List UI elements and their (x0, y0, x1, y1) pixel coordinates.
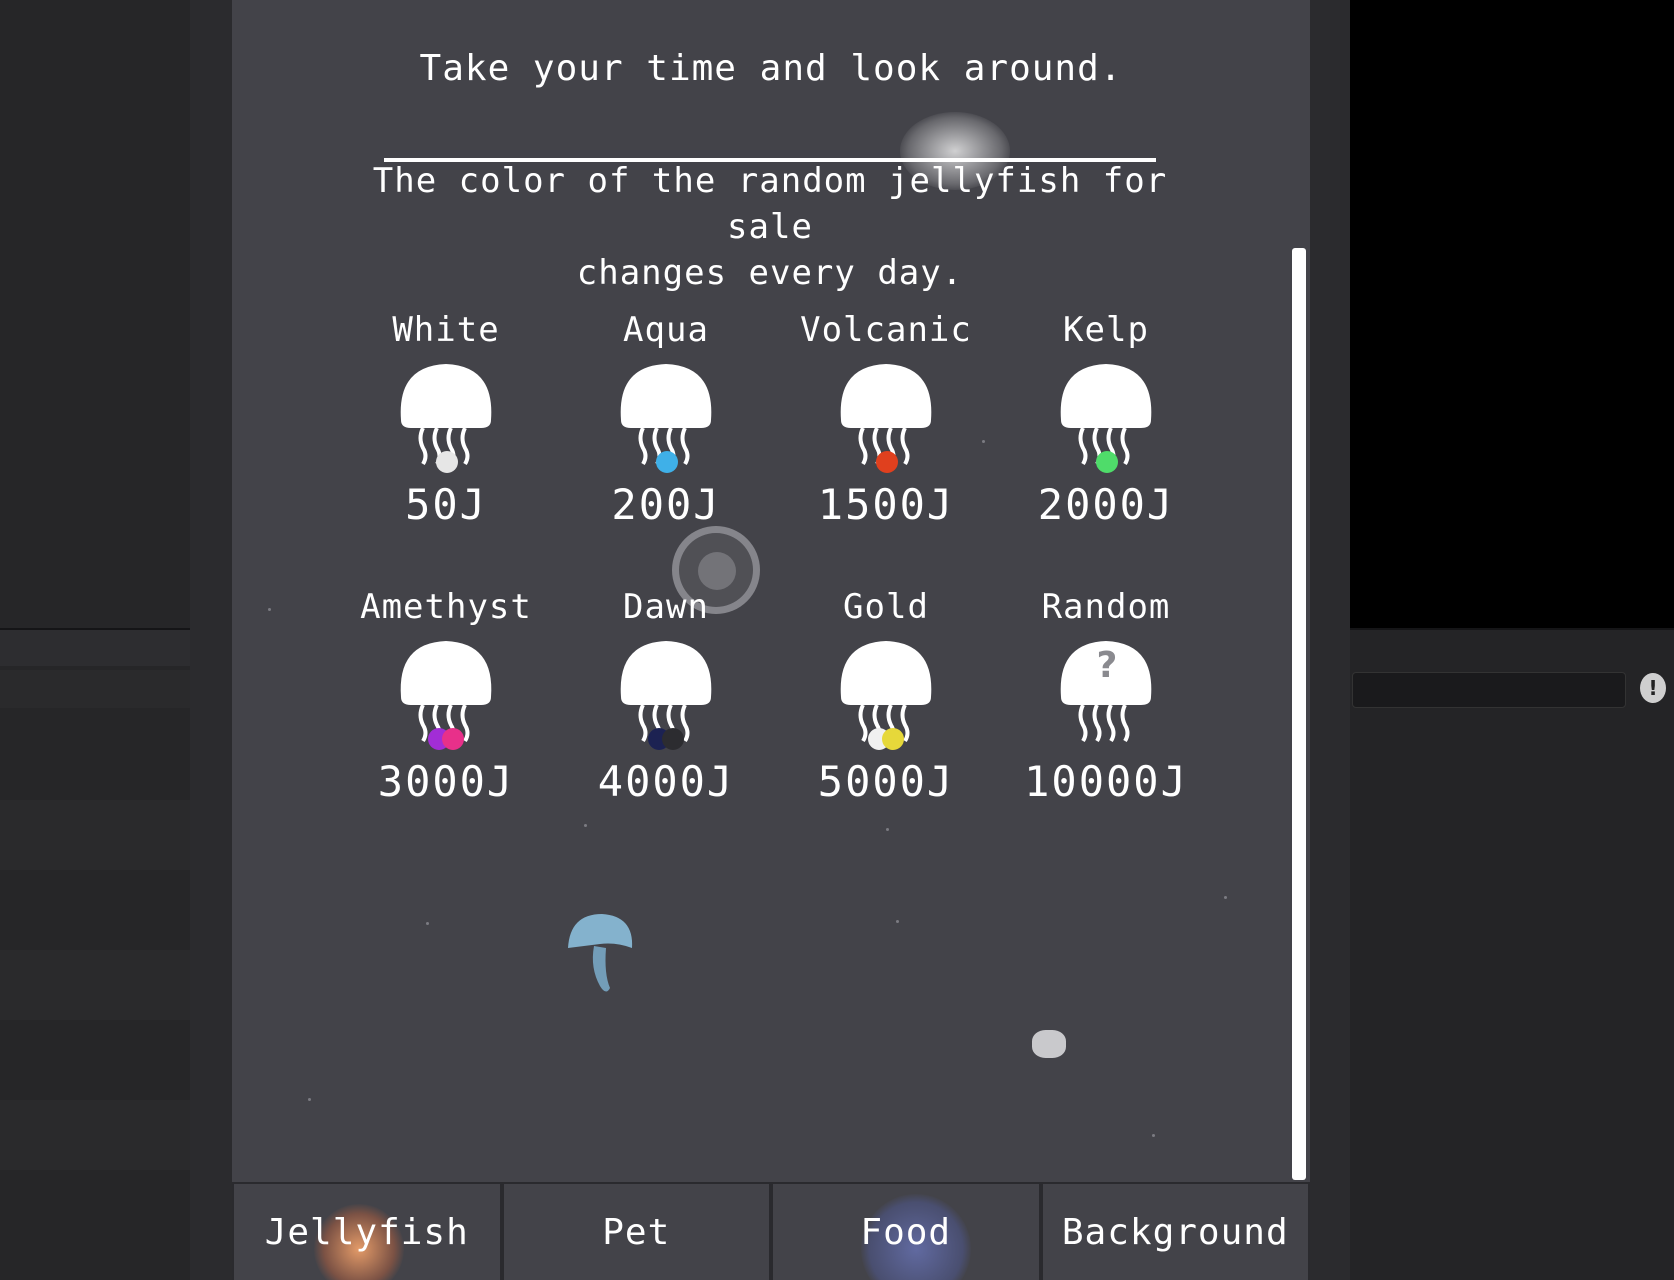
item-name: Gold (843, 587, 929, 627)
particle (896, 920, 899, 923)
tab-label: Food (860, 1211, 952, 1253)
color-swatch (656, 451, 678, 473)
tab-jellyfish[interactable]: Jellyfish (232, 1182, 502, 1280)
item-name: Amethyst (360, 587, 532, 627)
shop-item-white[interactable]: White 50J (336, 308, 556, 529)
item-name: Dawn (623, 587, 709, 627)
item-price: 1500J (817, 480, 955, 529)
item-price: 5000J (817, 757, 955, 806)
particle (886, 828, 889, 831)
left-pane-row (0, 1100, 190, 1170)
shop-item-amethyst[interactable]: Amethyst 3000J (336, 585, 556, 806)
panel-right-border (1310, 0, 1350, 1280)
jellyfish-icon (400, 641, 492, 750)
color-swatch (436, 451, 458, 473)
item-price: 50J (405, 480, 487, 529)
shop-header: Take your time and look around. (419, 48, 1123, 89)
description-line: sale (727, 207, 813, 247)
color-swatch (662, 728, 684, 750)
rock-decoration (1032, 1030, 1066, 1058)
particle (308, 1098, 311, 1101)
item-price: 10000J (1024, 757, 1188, 806)
description-line: The color of the random jellyfish for (372, 161, 1168, 201)
right-pane-divider (1350, 628, 1674, 630)
swimming-jellyfish-decoration (568, 914, 633, 992)
particle (268, 608, 271, 611)
left-pane-row (0, 800, 190, 870)
left-pane-row (0, 950, 190, 1020)
item-price: 3000J (377, 757, 515, 806)
jellyfish-icon (840, 641, 932, 750)
item-price: 2000J (1037, 480, 1175, 529)
shop-item-volcanic[interactable]: Volcanic 1500J (776, 308, 996, 529)
item-price: 4000J (597, 757, 735, 806)
jellyfish-icon (620, 641, 712, 750)
tab-pet[interactable]: Pet (501, 1182, 771, 1280)
color-swatch (882, 728, 904, 750)
jellyfish-icon (840, 364, 932, 473)
item-name: Volcanic (800, 310, 972, 350)
color-swatch (1096, 451, 1118, 473)
question-jellyfish-icon: ? (1060, 641, 1152, 743)
jellyfish-icon (1060, 364, 1152, 473)
shop-item-dawn[interactable]: Dawn 4000J (556, 585, 776, 806)
alert-icon[interactable]: ! (1640, 673, 1666, 703)
left-pane-row (0, 670, 190, 708)
left-pane-divider (0, 628, 190, 630)
shop-item-gold[interactable]: Gold 5000J (776, 585, 996, 806)
scrollbar[interactable] (1292, 248, 1306, 1180)
item-name: Aqua (623, 310, 709, 350)
tab-label: Background (1061, 1211, 1289, 1253)
tab-background[interactable]: Background (1040, 1182, 1310, 1280)
jellyfish-icon (620, 364, 712, 473)
shop-panel: Take your time and look around. The colo… (232, 0, 1310, 1280)
item-name: Random (1041, 587, 1171, 627)
item-name: White (392, 310, 500, 350)
shop-tabs: Jellyfish Pet Food Background (232, 1182, 1310, 1280)
shop-item-aqua[interactable]: Aqua 200J (556, 308, 776, 529)
color-swatch (442, 728, 464, 750)
color-swatch (876, 451, 898, 473)
right-pane-input[interactable] (1352, 672, 1626, 708)
shop-item-kelp[interactable]: Kelp 2000J (996, 308, 1216, 529)
description-line: changes every day. (576, 253, 964, 293)
tab-label: Jellyfish (264, 1211, 469, 1253)
particle (426, 922, 429, 925)
particle (1152, 1134, 1155, 1137)
particle (1224, 896, 1227, 899)
right-editor-lower-pane (1350, 628, 1674, 1280)
shop-item-random[interactable]: Random? 10000J (996, 585, 1216, 806)
tab-label: Pet (602, 1211, 671, 1253)
question-mark: ? (1097, 645, 1118, 686)
item-name: Kelp (1063, 310, 1149, 350)
particle (584, 824, 587, 827)
item-price: 200J (611, 480, 721, 529)
shop-description: The color of the random jellyfish for sa… (372, 158, 1168, 296)
jellyfish-icon (400, 364, 492, 473)
left-pane-toolbar (0, 628, 190, 666)
panel-left-border (190, 0, 232, 1280)
tab-food[interactable]: Food (771, 1182, 1041, 1280)
